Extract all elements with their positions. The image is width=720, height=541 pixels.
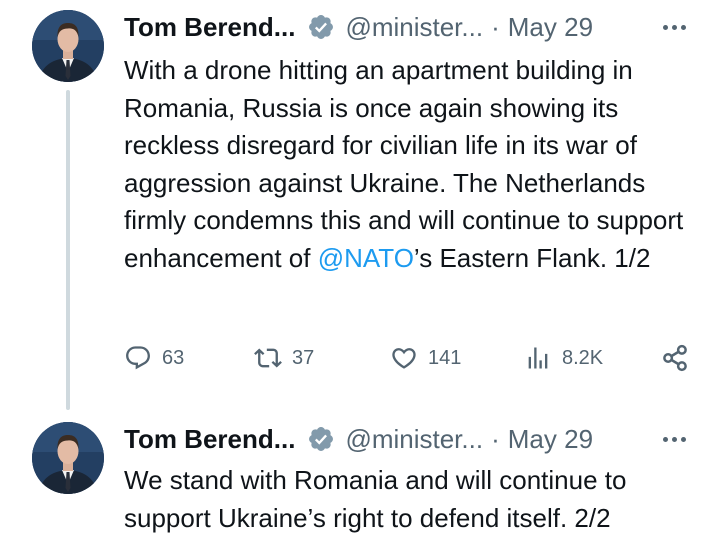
tweet-text: With a drone hitting an apartment buildi… [124, 52, 696, 277]
tweet-date[interactable]: May 29 [508, 422, 593, 456]
verified-badge-icon[interactable] [307, 425, 335, 453]
views-icon [528, 347, 548, 369]
repost-icon [254, 348, 282, 368]
like-icon [392, 348, 416, 369]
repost-count: 37 [292, 346, 315, 369]
mention-link[interactable]: @NATO [318, 243, 414, 273]
tweet-1[interactable]: Tom Berend... @minister... · May 29 With… [0, 0, 720, 410]
tweet-text-part: With a drone hitting an apartment buildi… [124, 55, 684, 273]
more-icon[interactable] [659, 21, 690, 34]
tweet-text-part: ’s Eastern Flank. 1/2 [413, 242, 651, 273]
views-button[interactable]: 8.2K [524, 340, 603, 376]
more-icon[interactable] [659, 433, 690, 446]
reply-button[interactable]: 63 [124, 340, 184, 376]
avatar-image [32, 10, 104, 82]
separator-dot: · [491, 424, 500, 454]
tweet-actions: 63 37 141 8.2K [124, 340, 690, 376]
tweet-date[interactable]: May 29 [508, 10, 593, 44]
like-count: 141 [428, 346, 462, 369]
avatar-image [32, 422, 104, 494]
avatar[interactable] [32, 422, 104, 494]
repost-button[interactable]: 37 [254, 340, 314, 376]
author-handle[interactable]: @minister... [345, 10, 483, 44]
author-name[interactable]: Tom Berend... [124, 422, 295, 456]
share-button[interactable] [660, 340, 690, 376]
avatar[interactable] [32, 10, 104, 82]
like-button[interactable]: 141 [390, 340, 461, 376]
reply-icon [126, 346, 150, 370]
verified-badge-icon[interactable] [307, 13, 335, 41]
tweet-header: Tom Berend... @minister... · May 29 [124, 10, 690, 44]
tweet-text: We stand with Romania and will continue … [124, 465, 627, 533]
share-icon [663, 344, 687, 372]
author-handle[interactable]: @minister... [345, 422, 483, 456]
tweet-2[interactable]: Tom Berend... @minister... · May 29 We s… [0, 410, 720, 541]
reply-count: 63 [162, 346, 185, 369]
thread-line [66, 90, 70, 410]
author-name[interactable]: Tom Berend... [124, 10, 295, 44]
views-count: 8.2K [562, 346, 604, 369]
separator-dot: · [491, 12, 500, 42]
tweet-header: Tom Berend... @minister... · May 29 [124, 422, 690, 456]
